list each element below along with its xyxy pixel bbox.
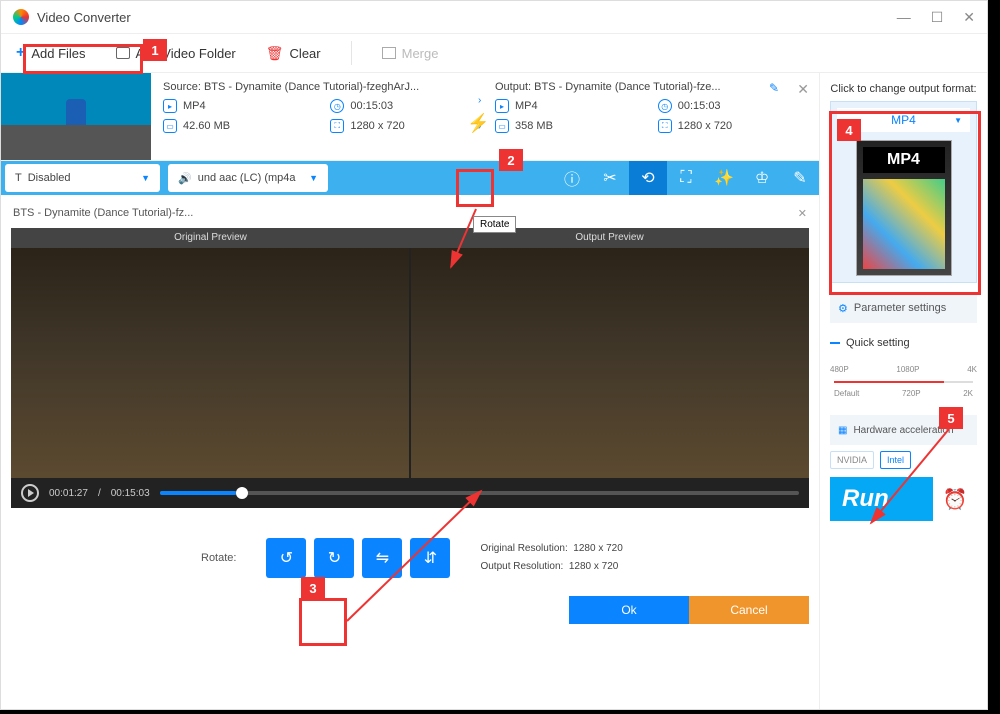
app-logo-icon bbox=[13, 9, 29, 25]
callout-3: 3 bbox=[301, 577, 325, 599]
src-format: MP4 bbox=[183, 100, 206, 112]
edit-toolbar: T Disabled ▼ 🔊 und aac (LC) (mp4a ▼ ⓘ ✂ … bbox=[1, 161, 819, 195]
chevron-down-icon: ▼ bbox=[954, 116, 962, 125]
dimension-icon: ⛶ bbox=[658, 119, 672, 133]
format-icon: ▸ bbox=[163, 99, 177, 113]
trash-icon: 🗑 bbox=[266, 45, 284, 62]
out-dimensions: 1280 x 720 bbox=[678, 120, 732, 132]
format-thumbnail[interactable]: MP4 bbox=[856, 140, 952, 276]
remove-file-icon[interactable]: ✕ bbox=[797, 81, 809, 98]
merge-button[interactable]: Merge bbox=[382, 46, 439, 61]
flip-horizontal-button[interactable]: ⇋ bbox=[362, 538, 402, 578]
rotate-right-button[interactable]: ↻ bbox=[314, 538, 354, 578]
ok-button[interactable]: Ok bbox=[569, 596, 689, 624]
out-duration: 00:15:03 bbox=[678, 100, 721, 112]
close-preview-icon[interactable]: ✕ bbox=[798, 207, 807, 220]
chevron-down-icon: ▼ bbox=[309, 173, 318, 183]
orig-res-label: Original Resolution: bbox=[480, 543, 567, 554]
file-row: › › ⚡ Source: BTS - Dynamite (Dance Tuto… bbox=[1, 73, 819, 161]
folder-icon bbox=[116, 47, 130, 59]
editing-filename: BTS - Dynamite (Dance Tutorial)-fz... bbox=[13, 207, 193, 220]
flip-vertical-button[interactable]: ⇵ bbox=[410, 538, 450, 578]
text-icon: T bbox=[15, 172, 22, 184]
callout-5: 5 bbox=[939, 407, 963, 429]
merge-icon bbox=[382, 47, 396, 59]
preview-container: Original Preview Output Preview 00:01:27… bbox=[11, 228, 809, 508]
edit-icon[interactable]: ✎ bbox=[769, 81, 779, 95]
clear-button[interactable]: 🗑 Clear bbox=[266, 45, 321, 62]
cancel-button[interactable]: Cancel bbox=[689, 596, 809, 624]
parameter-settings-button[interactable]: ⚙ Parameter settings bbox=[830, 293, 977, 323]
subtitle-select[interactable]: T Disabled ▼ bbox=[5, 164, 160, 192]
quick-setting-label: Quick setting bbox=[830, 337, 977, 349]
watermark-tool-icon[interactable]: ♔ bbox=[743, 161, 781, 195]
callout-2: 2 bbox=[499, 149, 523, 171]
subtitle-tool-icon[interactable]: ✎ bbox=[781, 161, 819, 195]
out-format: MP4 bbox=[515, 100, 538, 112]
effects-tool-icon[interactable]: ✨ bbox=[705, 161, 743, 195]
window-title: Video Converter bbox=[37, 10, 131, 25]
settings-icon: ⚙ bbox=[838, 302, 848, 315]
video-thumbnail[interactable] bbox=[1, 73, 151, 160]
output-filename: Output: BTS - Dynamite (Dance Tutorial)-… bbox=[495, 81, 807, 93]
play-button[interactable] bbox=[21, 484, 39, 502]
intel-chip[interactable]: Intel bbox=[880, 451, 911, 469]
minimize-icon[interactable]: — bbox=[897, 9, 911, 26]
speaker-icon: 🔊 bbox=[178, 172, 192, 185]
add-files-button[interactable]: + Add Files bbox=[16, 44, 86, 62]
size-icon: ▭ bbox=[495, 119, 509, 133]
schedule-button[interactable]: ⏰ bbox=[933, 477, 977, 521]
size-icon: ▭ bbox=[163, 119, 177, 133]
rotate-tooltip: Rotate bbox=[473, 216, 516, 233]
chip-icon: ▦ bbox=[838, 425, 847, 436]
src-duration: 00:15:03 bbox=[350, 100, 393, 112]
divider bbox=[351, 41, 352, 65]
format-icon: ▸ bbox=[495, 99, 509, 113]
close-icon[interactable]: ✕ bbox=[963, 9, 975, 26]
run-button[interactable]: Run bbox=[830, 477, 933, 521]
callout-4: 4 bbox=[837, 119, 861, 141]
audio-select[interactable]: 🔊 und aac (LC) (mp4a ▼ bbox=[168, 164, 328, 192]
cut-tool-icon[interactable]: ✂ bbox=[591, 161, 629, 195]
out-res-value: 1280 x 720 bbox=[569, 561, 619, 572]
src-size: 42.60 MB bbox=[183, 120, 230, 132]
out-size: 358 MB bbox=[515, 120, 553, 132]
original-preview bbox=[11, 248, 411, 478]
rotate-tool-icon[interactable]: ⟲ bbox=[629, 161, 667, 195]
dimension-icon: ⛶ bbox=[330, 119, 344, 133]
output-format-label: Click to change output format: bbox=[830, 83, 977, 95]
plus-icon: + bbox=[16, 44, 25, 62]
bolt-icon: ⚡ bbox=[467, 112, 489, 133]
total-time: 00:15:03 bbox=[111, 488, 150, 499]
callout-1: 1 bbox=[143, 39, 167, 61]
maximize-icon[interactable]: ☐ bbox=[931, 9, 944, 26]
quality-slider[interactable]: 480P 1080P 4K Default 720P 2K bbox=[830, 367, 977, 397]
clock-icon: ◷ bbox=[658, 99, 672, 113]
out-res-label: Output Resolution: bbox=[480, 561, 563, 572]
output-preview-label: Output Preview bbox=[410, 228, 809, 248]
nvidia-chip[interactable]: NVIDIA bbox=[830, 451, 874, 469]
info-tool-icon[interactable]: ⓘ bbox=[553, 161, 591, 195]
current-time: 00:01:27 bbox=[49, 488, 88, 499]
timeline-slider[interactable] bbox=[160, 491, 799, 495]
crop-tool-icon[interactable]: ⛶ bbox=[667, 161, 705, 195]
output-preview bbox=[411, 248, 809, 478]
original-preview-label: Original Preview bbox=[11, 228, 410, 248]
titlebar: Video Converter — ☐ ✕ bbox=[1, 1, 987, 33]
add-folder-button[interactable]: Add Video Folder bbox=[116, 46, 236, 61]
clock-icon: ◷ bbox=[330, 99, 344, 113]
rotate-left-button[interactable]: ↺ bbox=[266, 538, 306, 578]
orig-res-value: 1280 x 720 bbox=[573, 543, 623, 554]
src-dimensions: 1280 x 720 bbox=[350, 120, 404, 132]
rotate-label: Rotate: bbox=[201, 552, 236, 564]
chevron-down-icon: ▼ bbox=[141, 173, 150, 183]
source-filename: Source: BTS - Dynamite (Dance Tutorial)-… bbox=[163, 81, 475, 93]
